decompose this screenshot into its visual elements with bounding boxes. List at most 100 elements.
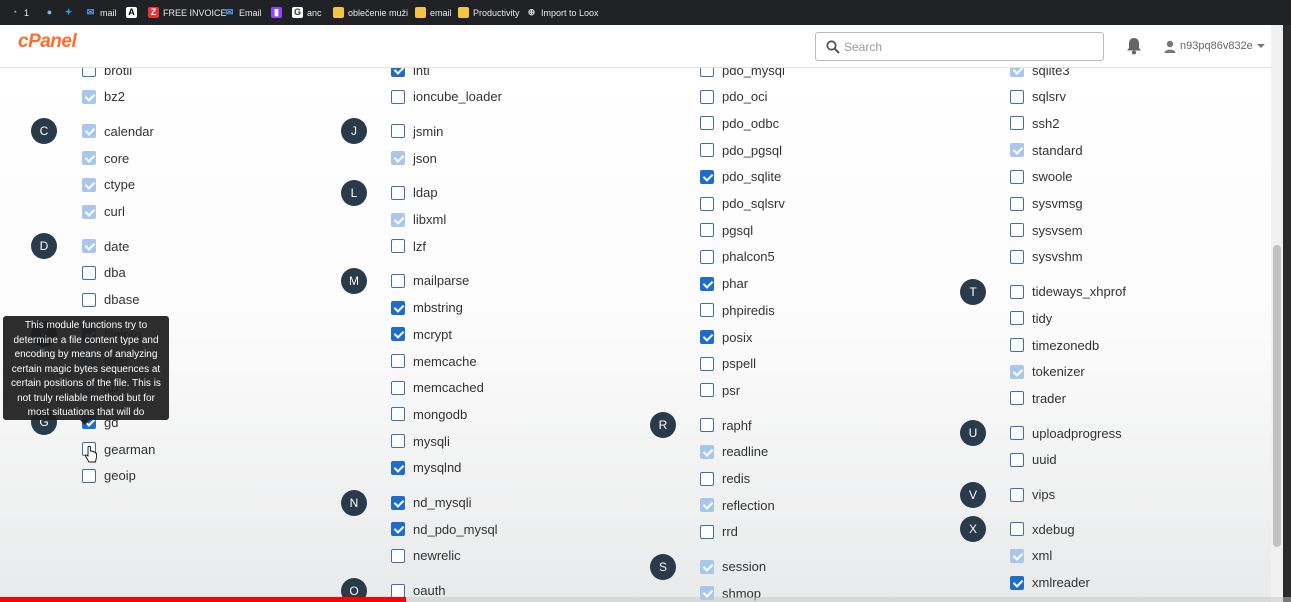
module-xml[interactable]: xml bbox=[1010, 547, 1052, 565]
user-menu[interactable]: n93pq86v832e bbox=[1164, 37, 1265, 55]
checkbox-unchecked[interactable] bbox=[1010, 311, 1024, 326]
checkbox-checked[interactable] bbox=[700, 276, 714, 291]
checkbox-unchecked[interactable] bbox=[700, 249, 714, 264]
checkbox-unchecked[interactable] bbox=[1010, 391, 1024, 406]
module-memcache[interactable]: memcache bbox=[391, 352, 477, 370]
checkbox-unchecked[interactable] bbox=[391, 434, 405, 449]
module-mbstring[interactable]: mbstring bbox=[391, 299, 463, 317]
checkbox-unchecked[interactable] bbox=[1010, 487, 1024, 502]
checkbox-unchecked[interactable] bbox=[391, 407, 405, 422]
checkbox-unchecked[interactable] bbox=[82, 68, 96, 77]
checkbox-unchecked[interactable] bbox=[82, 265, 96, 280]
module-mysqli[interactable]: mysqli bbox=[391, 432, 450, 450]
module-pspell[interactable]: pspell bbox=[700, 355, 756, 373]
checkbox-unchecked[interactable] bbox=[391, 273, 405, 288]
checkbox-unchecked[interactable] bbox=[391, 239, 405, 254]
module-sqlite3[interactable]: sqlite3 bbox=[1010, 68, 1070, 79]
checkbox-unchecked[interactable] bbox=[700, 383, 714, 398]
checkbox-unchecked[interactable] bbox=[1010, 249, 1024, 264]
checkbox-checked[interactable] bbox=[391, 460, 405, 475]
checkbox-unchecked[interactable] bbox=[1010, 89, 1024, 104]
checkbox-checked[interactable] bbox=[700, 169, 714, 184]
module-pgsql[interactable]: pgsql bbox=[700, 221, 753, 239]
module-uploadprogress[interactable]: uploadprogress bbox=[1010, 424, 1122, 442]
checkbox-unchecked[interactable] bbox=[391, 185, 405, 200]
module-swoole[interactable]: swoole bbox=[1010, 168, 1072, 186]
checkbox-unchecked[interactable] bbox=[391, 548, 405, 563]
checkbox-unchecked[interactable] bbox=[391, 354, 405, 368]
module-trader[interactable]: trader bbox=[1010, 389, 1066, 407]
module-dba[interactable]: dba bbox=[82, 264, 126, 282]
module-mailparse[interactable]: mailparse bbox=[391, 272, 469, 290]
module-bz2[interactable]: bz2 bbox=[82, 88, 125, 106]
checkbox-unchecked[interactable] bbox=[82, 468, 96, 483]
module-nd-mysqli[interactable]: nd_mysqli bbox=[391, 494, 472, 512]
module-session[interactable]: session bbox=[700, 558, 766, 576]
checkbox-unchecked[interactable] bbox=[700, 524, 714, 539]
module-mcrypt[interactable]: mcrypt bbox=[391, 325, 452, 343]
module-sysvsem[interactable]: sysvsem bbox=[1010, 221, 1083, 239]
checkbox-unchecked[interactable] bbox=[700, 196, 714, 211]
module-newrelic[interactable]: newrelic bbox=[391, 547, 461, 565]
bookmark-4[interactable]: A bbox=[126, 0, 137, 25]
checkbox-unchecked[interactable] bbox=[1010, 284, 1024, 299]
module-rrd[interactable]: rrd bbox=[700, 523, 738, 541]
checkbox-unchecked[interactable] bbox=[700, 116, 714, 131]
checkbox-unchecked[interactable] bbox=[700, 68, 714, 77]
checkbox-unchecked[interactable] bbox=[700, 303, 714, 318]
module-ctype[interactable]: ctype bbox=[82, 176, 135, 194]
page-scrollbar[interactable] bbox=[1271, 25, 1283, 602]
module-pdo-pgsql[interactable]: pdo_pgsql bbox=[700, 141, 782, 159]
module-xdebug[interactable]: xdebug bbox=[1010, 520, 1075, 538]
module-sqlsrv[interactable]: sqlsrv bbox=[1010, 88, 1066, 106]
checkbox-unchecked[interactable] bbox=[1010, 223, 1024, 238]
module-readline[interactable]: readline bbox=[700, 443, 768, 461]
checkbox-unchecked[interactable] bbox=[1010, 116, 1024, 131]
module-tideways-xhprof[interactable]: tideways_xhprof bbox=[1010, 283, 1126, 301]
module-ldap[interactable]: ldap bbox=[391, 184, 438, 202]
module-reflection[interactable]: reflection bbox=[700, 496, 775, 514]
bookmark-2[interactable]: ✦ bbox=[63, 0, 74, 25]
bookmark-10[interactable]: email bbox=[415, 0, 452, 25]
checkbox-checked[interactable] bbox=[391, 300, 405, 315]
module-calendar[interactable]: calendar bbox=[82, 122, 154, 140]
checkbox-checked[interactable] bbox=[700, 330, 714, 344]
checkbox-unchecked[interactable] bbox=[391, 124, 405, 139]
bookmark-0[interactable]: ◔ 1 bbox=[9, 0, 29, 25]
module-ioncube-loader[interactable]: ioncube_loader bbox=[391, 88, 502, 106]
checkbox-unchecked[interactable] bbox=[82, 292, 96, 307]
bookmark-1[interactable]: ● bbox=[44, 0, 55, 25]
checkbox-checked[interactable] bbox=[391, 327, 405, 342]
module-date[interactable]: date bbox=[82, 237, 129, 255]
module-raphf[interactable]: raphf bbox=[700, 416, 752, 434]
scrollbar-thumb[interactable] bbox=[1273, 245, 1281, 547]
bookmark-3[interactable]: ✉ mail bbox=[85, 0, 117, 25]
module-pdo-mysql[interactable]: pdo_mysql bbox=[700, 68, 785, 79]
module-timezonedb[interactable]: timezonedb bbox=[1010, 336, 1099, 354]
checkbox-unchecked[interactable] bbox=[391, 583, 405, 598]
checkbox-unchecked[interactable] bbox=[700, 223, 714, 238]
module-geoip[interactable]: geoip bbox=[82, 467, 136, 485]
module-tidy[interactable]: tidy bbox=[1010, 309, 1052, 327]
module-redis[interactable]: redis bbox=[700, 470, 750, 488]
checkbox-unchecked[interactable] bbox=[1010, 426, 1024, 441]
module-tokenizer[interactable]: tokenizer bbox=[1010, 363, 1085, 381]
bookmark-12[interactable]: ⊕ Import to Loox bbox=[526, 0, 599, 25]
checkbox-checked[interactable] bbox=[391, 495, 405, 510]
notifications-bell-icon[interactable] bbox=[1126, 37, 1142, 55]
checkbox-unchecked[interactable] bbox=[1010, 452, 1024, 467]
checkbox-unchecked[interactable] bbox=[700, 143, 714, 158]
module-vips[interactable]: vips bbox=[1010, 486, 1055, 504]
checkbox-unchecked[interactable] bbox=[1010, 196, 1024, 211]
module-standard[interactable]: standard bbox=[1010, 141, 1083, 159]
bookmark-6[interactable]: ✉ Email bbox=[224, 0, 262, 25]
module-json[interactable]: json bbox=[391, 149, 437, 167]
module-core[interactable]: core bbox=[82, 149, 129, 167]
module-pdo-sqlsrv[interactable]: pdo_sqlsrv bbox=[700, 195, 785, 213]
checkbox-unchecked[interactable] bbox=[700, 89, 714, 104]
module-memcached[interactable]: memcached bbox=[391, 379, 484, 397]
cpanel-logo[interactable]: cPanel bbox=[18, 31, 77, 53]
checkbox-unchecked[interactable] bbox=[700, 471, 714, 486]
module-mongodb[interactable]: mongodb bbox=[391, 405, 467, 423]
checkbox-unchecked[interactable] bbox=[700, 418, 714, 433]
